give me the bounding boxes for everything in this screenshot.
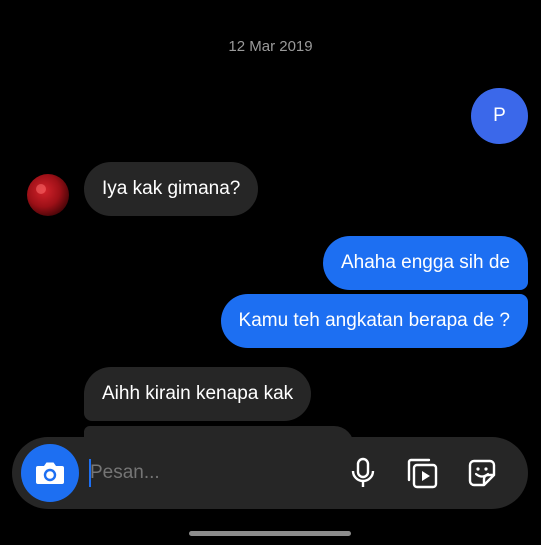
voice-message-button[interactable]: [345, 455, 381, 491]
contact-avatar[interactable]: [27, 174, 69, 216]
message-input[interactable]: [90, 455, 330, 491]
camera-button[interactable]: [21, 444, 79, 502]
sent-message[interactable]: Ahaha engga sih de: [322, 236, 528, 290]
sent-message[interactable]: P: [471, 88, 528, 144]
microphone-icon: [351, 457, 375, 487]
sticker-button[interactable]: [464, 455, 500, 491]
camera-icon: [36, 462, 64, 484]
date-separator: 12 Mar 2019: [228, 38, 313, 55]
sent-message[interactable]: Kamu teh angkatan berapa de ?: [220, 294, 528, 348]
gallery-button[interactable]: [404, 455, 440, 491]
received-message[interactable]: Iya kak gimana?: [84, 162, 259, 216]
home-indicator[interactable]: [189, 531, 351, 536]
message-composer: [12, 437, 528, 509]
gallery-icon: [407, 458, 438, 489]
sticker-icon: [468, 459, 496, 487]
received-message[interactable]: Aihh kirain kenapa kak: [84, 367, 312, 421]
